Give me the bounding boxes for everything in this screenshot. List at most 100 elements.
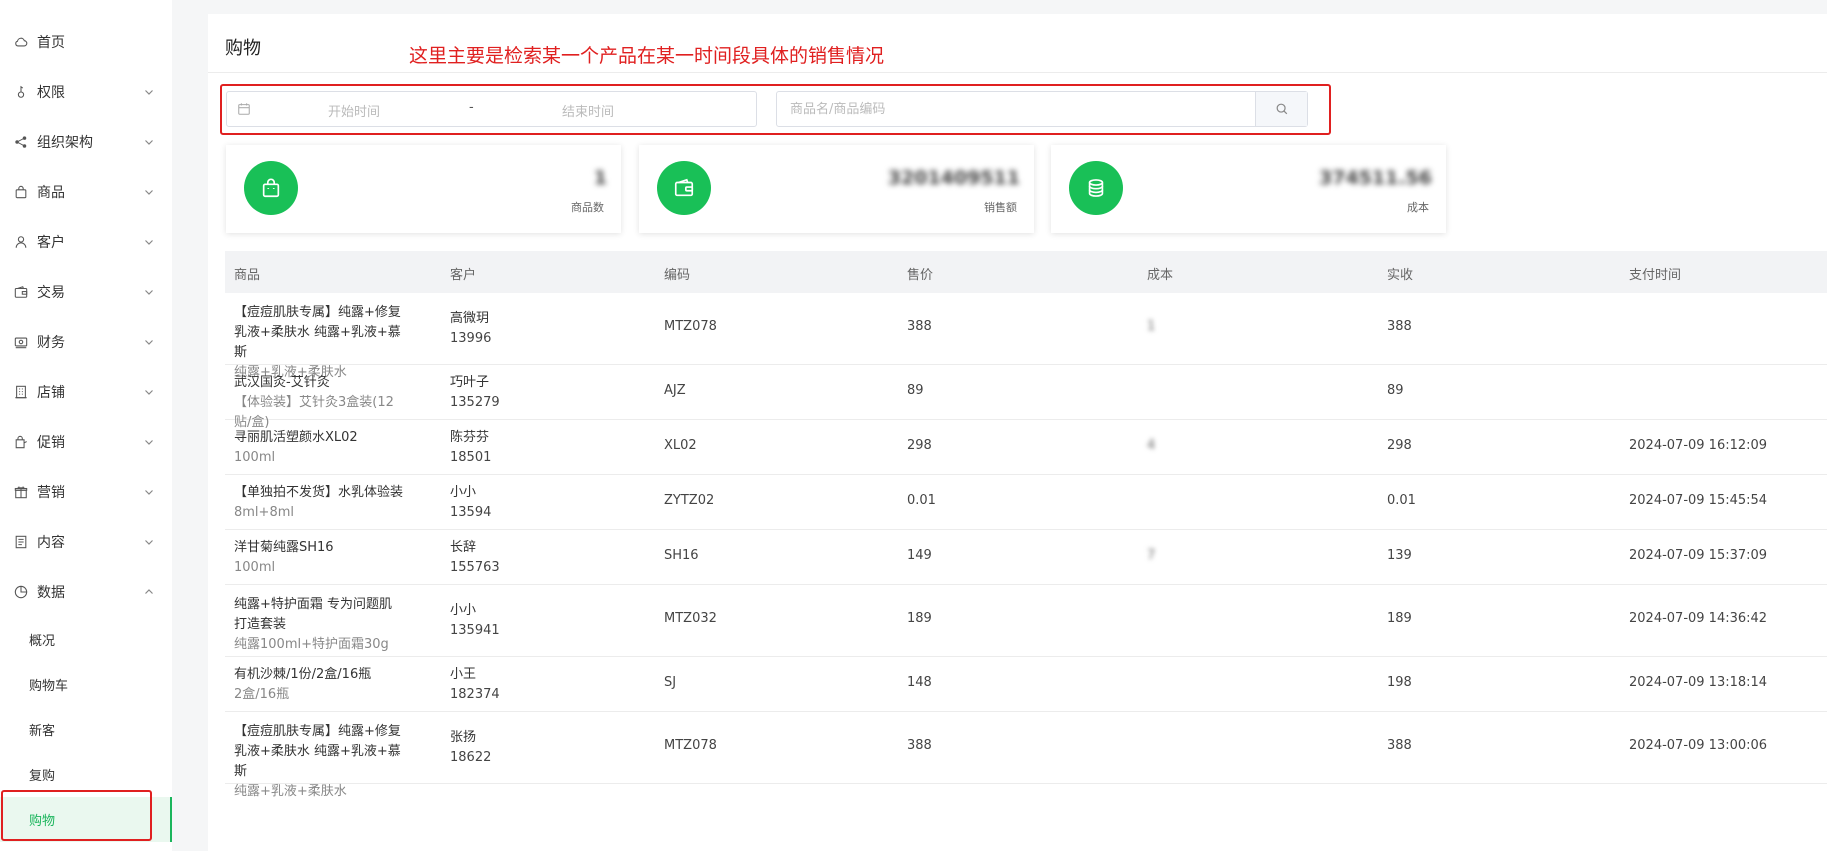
customer-phone: 135941 [450, 623, 500, 638]
column-header[interactable]: 编码 [664, 264, 690, 283]
table-body: 【痘痘肌肤专属】纯露+修复乳液+柔肤水 纯露+乳液+慕斯 纯露+乳液+柔肤水 高微玥… [225, 293, 1827, 799]
sidebar-item-label: 商品 [37, 185, 65, 201]
chevron-down-icon [144, 487, 154, 497]
customer-cell: 高微玥 13996 [450, 309, 491, 349]
chevron-down-icon [144, 337, 154, 347]
sidebar-item-label: 促销 [37, 435, 65, 451]
title-divider [208, 72, 1827, 73]
product-cell: 有机沙棘/1份/2盒/16瓶 2盒/16瓶 [234, 665, 404, 705]
pay-time-cell: 2024-07-09 15:37:09 [1629, 547, 1768, 563]
wallet-icon [14, 285, 28, 299]
sidebar-item-label: 营销 [37, 485, 65, 501]
search-icon [1275, 102, 1289, 116]
sidebar-item[interactable]: 促销 [0, 417, 172, 467]
bag-icon [244, 161, 298, 215]
sidebar-nav: 首页权限 组织架构商品客户交易财务店铺促销营销内容数据 [0, 0, 172, 617]
table-row[interactable]: 纯露+特护面霜 专为问题肌打造套装 纯露100ml+特护面霜30g 小小 135941… [225, 585, 1827, 657]
code-cell: MTZ078 [664, 738, 717, 753]
sidebar-item[interactable]: 数据 [0, 567, 172, 617]
sidebar-item[interactable]: 商品 [0, 167, 172, 217]
sidebar-item[interactable]: 店铺 [0, 367, 172, 417]
cloud-icon [14, 35, 28, 49]
customer-cell: 陈芬芬 18501 [450, 428, 491, 468]
customer-name: 张扬 [450, 730, 477, 745]
stat-label: 成本 [1407, 201, 1429, 214]
paid-cell: 198 [1387, 674, 1412, 690]
sidebar-subitem[interactable]: 购物车 [0, 662, 172, 707]
price-cell: 89 [907, 382, 924, 398]
paid-cell: 89 [1387, 382, 1404, 398]
customer-name: 小小 [450, 603, 477, 618]
sidebar-subitem-label: 购物车 [29, 679, 69, 694]
stat-label: 销售额 [984, 201, 1017, 214]
search-button[interactable] [1255, 92, 1307, 126]
column-header[interactable]: 成本 [1147, 264, 1173, 283]
product-name: 洋甘菊纯露SH16 [234, 540, 334, 555]
sidebar-item-label: 内容 [37, 535, 65, 551]
customer-name: 小小 [450, 484, 477, 500]
table-row[interactable]: 【痘痘肌肤专属】纯露+修复乳液+柔肤水 纯露+乳液+慕斯 纯露+乳液+柔肤水 张扬 1… [225, 712, 1827, 799]
sidebar-subitem[interactable]: 新客 [0, 707, 172, 752]
product-name: 寻丽肌活塑颜水XL02 [234, 430, 358, 445]
paid-cell: 388 [1387, 319, 1412, 334]
column-header[interactable]: 商品 [234, 264, 260, 283]
stat-card-cost: 374511.56 成本 [1051, 145, 1446, 233]
pay-time-cell: 2024-07-09 13:18:14 [1629, 674, 1768, 690]
product-spec: 2盒/16瓶 [234, 687, 290, 702]
stat-value: 1 [593, 167, 607, 189]
stat-card-products: 1 商品数 [226, 145, 621, 233]
sidebar-item[interactable]: 营销 [0, 467, 172, 517]
sidebar-item-label: 首页 [37, 35, 65, 51]
document-icon [14, 535, 28, 549]
code-cell: AJZ [664, 382, 686, 398]
chevron-down-icon [144, 437, 154, 447]
sidebar-item[interactable]: 组织架构 [0, 117, 172, 167]
start-time-input[interactable]: 开始时间 [328, 101, 380, 120]
sidebar-item[interactable]: 权限 [0, 67, 172, 117]
table-row[interactable]: 武汉国灸-艾针灸 【体验装】艾针灸3盒装(12贴/盒) 巧叶子 135279 AJZ 89… [225, 365, 1827, 430]
table-row[interactable]: 【痘痘肌肤专属】纯露+修复乳液+柔肤水 纯露+乳液+慕斯 纯露+乳液+柔肤水 高微玥… [225, 293, 1827, 380]
column-header[interactable]: 实收 [1387, 264, 1413, 283]
sales-table: 商品 客户 编码 售价 成本 实收 支付时间 【痘痘肌肤专属】纯露+修复乳液+柔… [225, 251, 1827, 799]
sidebar-item-label: 店铺 [37, 385, 65, 401]
sidebar-item[interactable]: 首页 [0, 17, 172, 67]
cost-value: 7 [1147, 547, 1156, 563]
money-icon [14, 335, 28, 349]
table-row[interactable]: 洋甘菊纯露SH16 100ml 长辞 155763 SH16 149 7 139 2024-07… [225, 530, 1827, 585]
sidebar-subitem-label: 购物 [29, 814, 56, 829]
sidebar-item[interactable]: 客户 [0, 217, 172, 267]
price-cell: 298 [907, 437, 932, 453]
column-header[interactable]: 客户 [450, 264, 476, 283]
sidebar-item[interactable]: 交易 [0, 267, 172, 317]
chevron-up-icon [144, 587, 154, 597]
table-row[interactable]: 寻丽肌活塑颜水XL02 100ml 陈芬芬 18501 XL02 298 4 298 2024-… [225, 420, 1827, 475]
table-row[interactable]: 【单独拍不发货】水乳体验装 8ml+8ml 小小 13594 ZYTZ02 0.01 0.0… [225, 475, 1827, 530]
sidebar-item-label: 交易 [37, 285, 65, 301]
sidebar-subitem-label: 概况 [29, 634, 56, 649]
product-cell: 洋甘菊纯露SH16 100ml [234, 538, 404, 578]
sidebar-subitem[interactable]: 复购 [0, 752, 172, 797]
sidebar-item[interactable]: 财务 [0, 317, 172, 367]
table-row[interactable]: 有机沙棘/1份/2盒/16瓶 2盒/16瓶 小王 182374 SJ 148 198 2024… [225, 657, 1827, 712]
product-cell: 纯露+特护面霜 专为问题肌打造套装 纯露100ml+特护面霜30g [234, 595, 404, 655]
customer-name: 长辞 [450, 539, 477, 555]
sidebar-subitem[interactable]: 购物 [0, 797, 172, 842]
code-cell: SH16 [664, 547, 699, 563]
customer-name: 巧叶子 [450, 374, 490, 390]
stat-card-sales: 3201409511 销售额 [639, 145, 1034, 233]
column-header[interactable]: 售价 [907, 264, 933, 283]
end-time-input[interactable]: 结束时间 [562, 101, 614, 120]
sidebar-subitem[interactable]: 概况 [0, 617, 172, 662]
chevron-down-icon [144, 137, 154, 147]
promo-bag-icon [14, 435, 28, 449]
cost-cell: 1 [1147, 319, 1155, 334]
sidebar-item-label: 数据 [37, 585, 65, 601]
date-range-picker[interactable]: 开始时间 - 结束时间 [226, 91, 757, 127]
product-spec: 纯露+乳液+柔肤水 [234, 784, 347, 799]
customer-cell: 小小 13594 [450, 483, 491, 523]
column-header[interactable]: 支付时间 [1629, 264, 1681, 283]
cost-cell: 7 [1147, 548, 1155, 563]
customer-cell: 小小 135941 [450, 601, 500, 641]
sidebar-item[interactable]: 内容 [0, 517, 172, 567]
search-input[interactable] [777, 92, 1255, 126]
